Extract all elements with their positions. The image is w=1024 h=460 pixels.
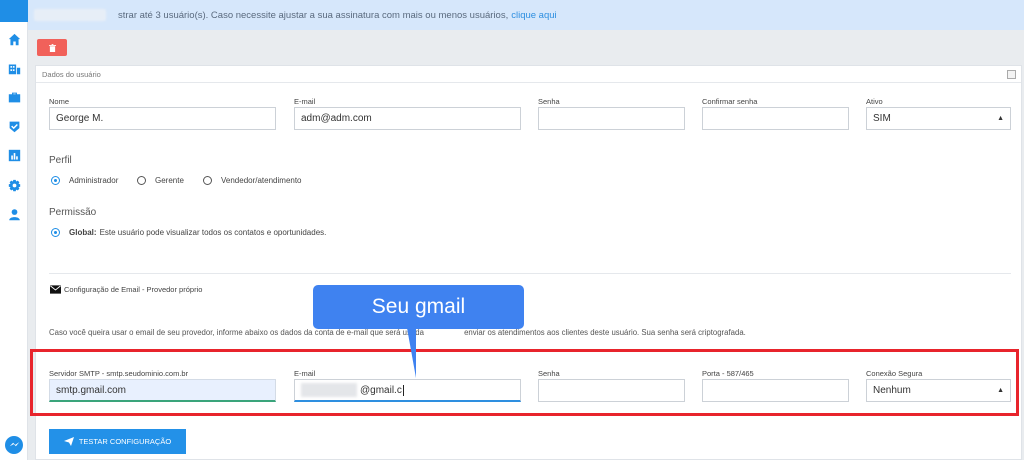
gear-icon[interactable]	[6, 177, 22, 193]
email-label: E-mail	[294, 97, 316, 106]
sidebar	[0, 0, 28, 460]
select-caret-icon: ▲︎	[997, 115, 1004, 122]
chart-icon[interactable]	[6, 147, 22, 163]
perfil-title: Perfil	[49, 155, 72, 166]
senha-label: Senha	[538, 97, 560, 106]
permissao-title: Permissão	[49, 207, 97, 218]
collapse-icon[interactable]	[1007, 70, 1016, 79]
check-shield-icon[interactable]	[6, 118, 22, 134]
building-icon[interactable]	[6, 60, 22, 76]
ativo-label: Ativo	[866, 97, 883, 106]
envelope-icon	[50, 285, 61, 294]
ativo-select[interactable]: SIM ▲︎	[866, 107, 1011, 130]
test-config-button[interactable]: TESTAR CONFIGURAÇÃO	[49, 429, 186, 454]
app-logo[interactable]	[0, 0, 28, 22]
confirmar-senha-label: Confirmar senha	[702, 97, 758, 106]
ativo-value: SIM	[873, 113, 891, 124]
permissao-bold: Global:	[69, 228, 97, 237]
email-config-header: Configuração de Email - Provedor próprio	[50, 285, 202, 294]
desc-tail: enviar os atendimentos aos clientes dest…	[464, 328, 746, 337]
radio-label-administrador: Administrador	[69, 176, 119, 185]
senha-input[interactable]	[538, 107, 685, 130]
radio-label-gerente: Gerente	[155, 176, 184, 185]
banner-link[interactable]: clique aqui	[511, 10, 556, 21]
radio-dot	[137, 176, 146, 185]
radio-dot-selected	[51, 176, 60, 185]
test-config-label: TESTAR CONFIGURAÇÃO	[78, 437, 172, 446]
callout-pointer	[407, 328, 416, 378]
radio-label-vendedor: Vendedor/atendimento	[221, 176, 302, 185]
radio-vendedor[interactable]: Vendedor/atendimento	[203, 176, 302, 185]
divider	[49, 273, 1011, 274]
panel-title: Dados do usuário	[36, 66, 1021, 83]
radio-gerente[interactable]: Gerente	[137, 176, 184, 185]
radio-dot	[203, 176, 212, 185]
confirmar-senha-input[interactable]	[702, 107, 849, 130]
radio-dot-selected	[51, 228, 60, 237]
paper-plane-icon	[63, 437, 74, 446]
email-config-title: Configuração de Email - Provedor próprio	[64, 285, 203, 294]
permissao-text: Este usuário pode visualizar todos os co…	[99, 228, 327, 237]
nome-label: Nome	[49, 97, 70, 106]
subscription-banner: strar até 3 usuário(s). Caso necessite a…	[28, 0, 1024, 30]
radio-administrador[interactable]: Administrador	[51, 176, 118, 185]
trash-icon	[48, 43, 56, 52]
banner-text: strar até 3 usuário(s). Caso necessite a…	[118, 9, 509, 21]
desc-head: Caso você queira usar o email de seu pro…	[49, 328, 424, 337]
radio-global[interactable]: Global: Este usuário pode visualizar tod…	[51, 228, 326, 237]
email-input[interactable]: adm@adm.com	[294, 107, 521, 130]
nome-input[interactable]: George M.	[49, 107, 276, 130]
email-config-description: Caso você queira usar o email de seu pro…	[49, 328, 746, 337]
briefcase-icon[interactable]	[6, 89, 22, 105]
home-icon[interactable]	[6, 31, 22, 47]
messenger-icon[interactable]	[5, 436, 23, 454]
smtp-highlight-box	[30, 349, 1019, 416]
user-icon[interactable]	[6, 206, 22, 222]
delete-button[interactable]	[37, 39, 67, 56]
blurred-text	[34, 9, 106, 21]
callout-bubble: Seu gmail	[313, 285, 524, 329]
